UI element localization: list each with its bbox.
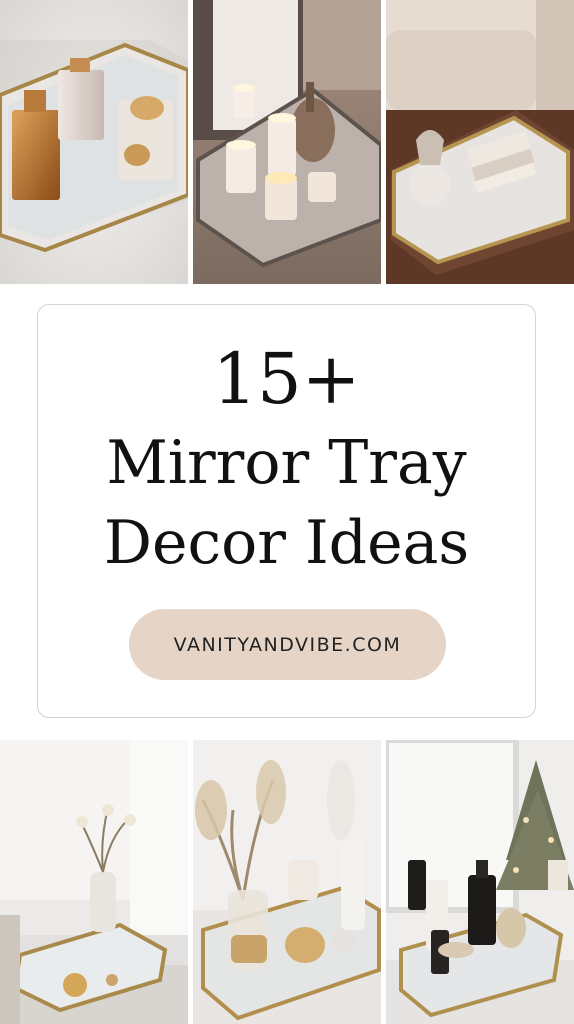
title-line-2: Decor Ideas [103, 508, 470, 578]
website-badge[interactable]: VANITYANDVIBE.COM [129, 609, 446, 680]
photo-perfume-tray [0, 0, 188, 284]
title-card: 15+ Mirror Tray Decor Ideas VANITYANDVIB… [37, 304, 536, 718]
photo-coffee-table-tray [386, 0, 574, 284]
photo-vanity-tray [386, 740, 574, 1024]
title-count: 15+ [212, 338, 361, 420]
title-line-1: Mirror Tray [106, 428, 467, 498]
photo-vase-tray [0, 740, 188, 1024]
photo-candle-tray [193, 0, 381, 284]
photo-pampas-tray [193, 740, 381, 1024]
